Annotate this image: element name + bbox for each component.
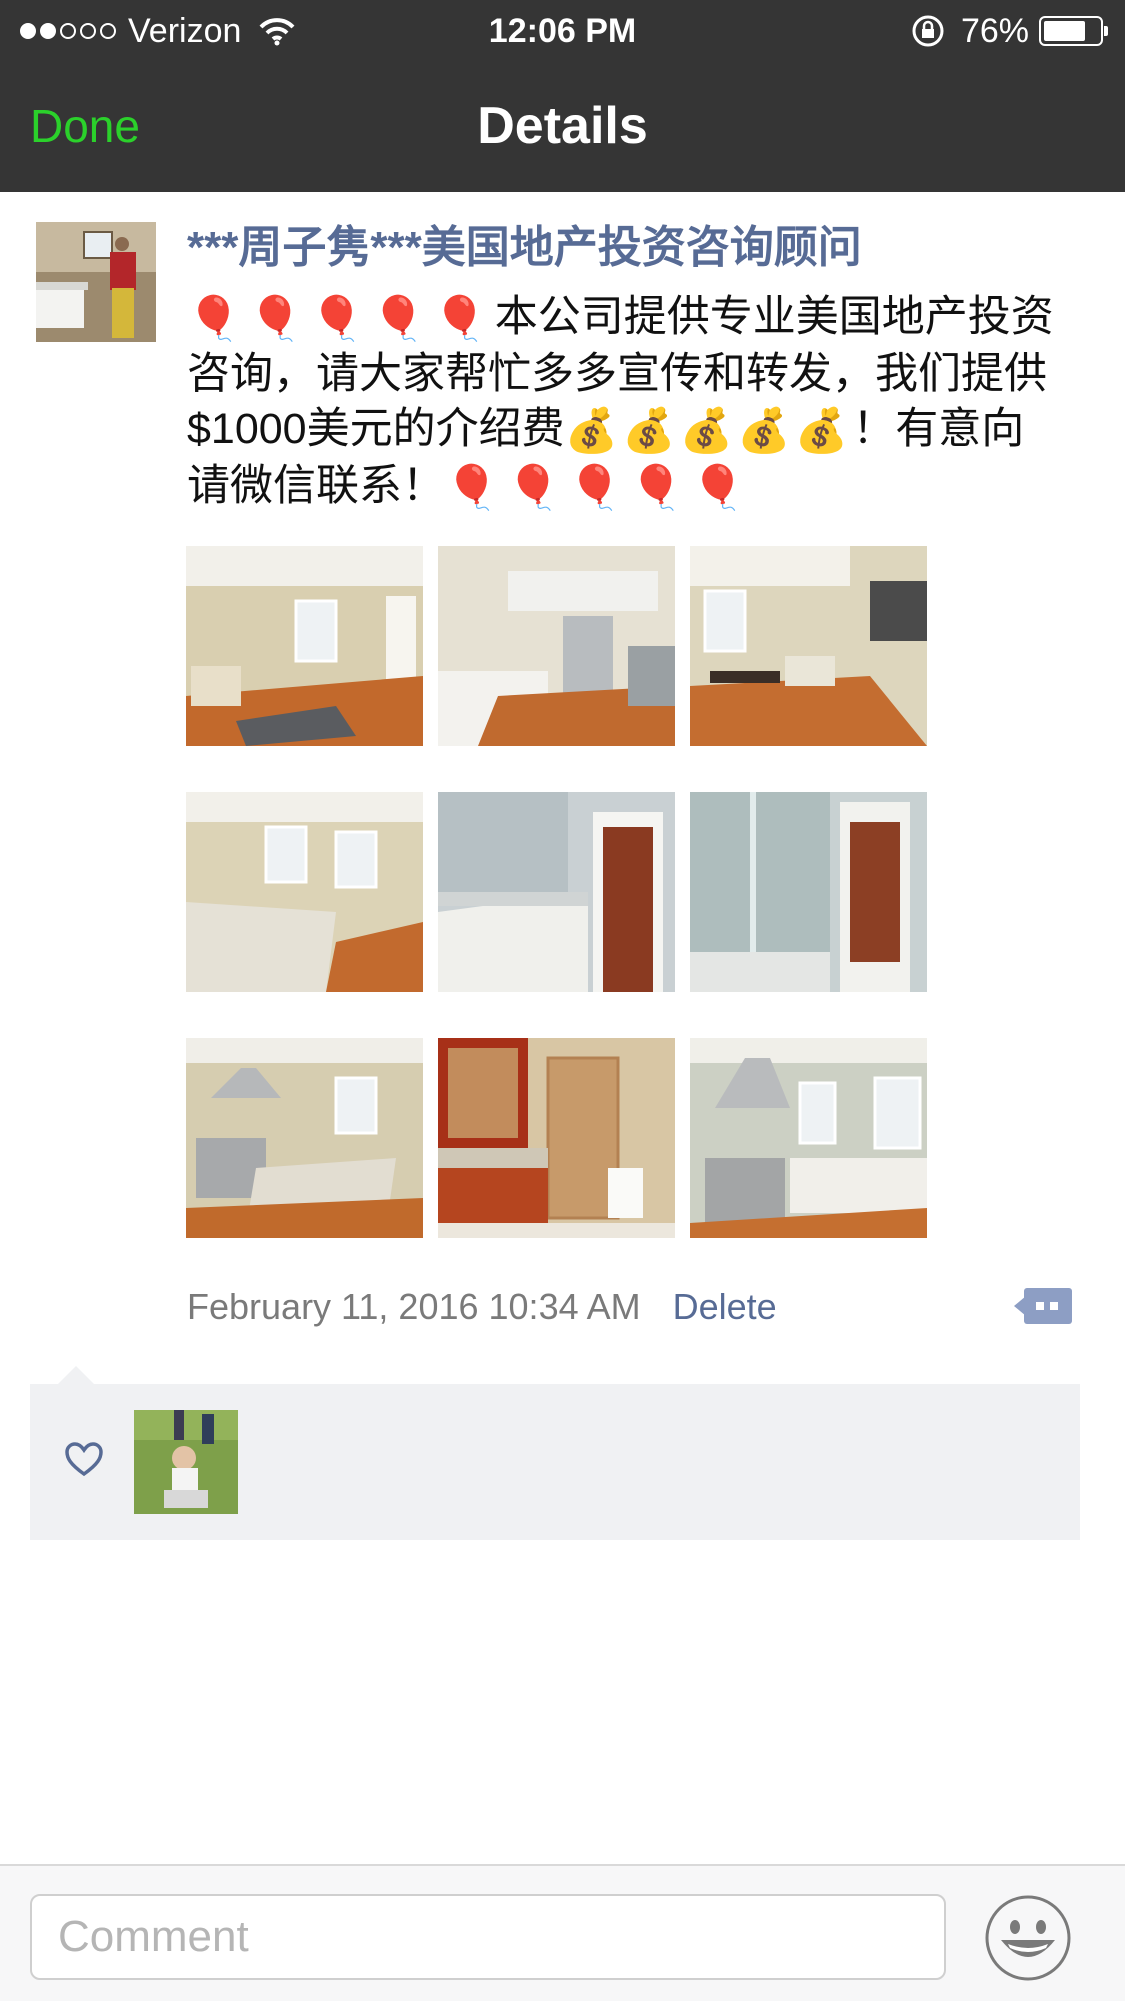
shower-photo[interactable]: [690, 792, 927, 992]
money-bag-emoji: 💰: [622, 407, 676, 456]
liker-avatar[interactable]: [134, 1410, 238, 1514]
battery-icon: [1039, 16, 1108, 46]
smiley-icon[interactable]: [984, 1894, 1072, 1982]
post-text-line: 请微信联系！🎈 🎈 🎈 🎈 🎈: [187, 459, 1087, 516]
post-text-segment: ！有意向: [852, 405, 1025, 454]
money-bag-emoji: 💰: [737, 407, 791, 456]
kitchen-fridge-photo[interactable]: [438, 546, 675, 746]
author-avatar[interactable]: [36, 222, 156, 342]
balloon-emoji: 🎈: [506, 464, 561, 513]
balloon-emoji-row: 🎈 🎈 🎈 🎈 🎈: [187, 293, 495, 343]
balloon-emoji: 🎈: [433, 295, 487, 344]
post-text-segment: 本公司提供专业美国地产投资: [494, 293, 1054, 341]
bathroom-vanity-photo[interactable]: [438, 792, 675, 992]
delete-button[interactable]: Delete: [673, 1286, 777, 1328]
master-bath-photo[interactable]: [438, 1038, 675, 1238]
rotation-lock-icon: [912, 15, 944, 47]
post-text-segment: $1000美元的介绍费: [187, 405, 565, 454]
author-name[interactable]: ***周子隽***美国地产投资咨询顾问: [187, 220, 862, 276]
money-bag-emoji: 💰: [564, 407, 619, 456]
comment-menu-icon[interactable]: [1014, 1284, 1072, 1328]
heart-icon: [65, 1442, 103, 1477]
dining-area-photo[interactable]: [690, 546, 927, 746]
battery-percent: 76%: [960, 11, 1029, 50]
balloon-emoji: 🎈: [248, 295, 303, 344]
balloon-emoji: 🎈: [371, 295, 426, 344]
comment-bar: Comment: [0, 1864, 1125, 2001]
navigation-bar: Done Details: [0, 62, 1125, 192]
likes-panel: [30, 1366, 1080, 1540]
kitchen-range-photo[interactable]: [186, 1038, 423, 1238]
kitchen-island-photo[interactable]: [186, 792, 423, 992]
money-bag-emoji-row: 💰💰💰💰💰: [565, 405, 853, 455]
post-text-segment: 请微信联系！: [187, 462, 445, 511]
post-text-line: $1000美元的介绍费💰💰💰💰💰！有意向: [187, 402, 1087, 459]
balloon-emoji-row: 🎈 🎈 🎈 🎈 🎈: [445, 462, 753, 512]
balloon-emoji: 🎈: [568, 464, 622, 513]
post-text-line: 咨询，请大家帮忙多多宣传和转发，我们提供: [187, 350, 1047, 399]
post-meta: February 11, 2016 10:34 AM Delete: [187, 1282, 777, 1332]
kitchen-hood-photo[interactable]: [690, 1038, 927, 1238]
page-title: Details: [477, 97, 648, 155]
balloon-emoji: 🎈: [691, 464, 745, 513]
status-bar: Verizon 12:06 PM 76%: [0, 0, 1125, 62]
balloon-emoji: 🎈: [629, 464, 684, 513]
money-bag-emoji: 💰: [679, 407, 734, 456]
post-text: 🎈 🎈 🎈 🎈 🎈 本公司提供专业美国地产投资 咨询，请大家帮忙多多宣传和转发，我们提供 …: [187, 290, 1087, 516]
balloon-emoji: 🎈: [445, 464, 499, 513]
photo-grid: [186, 546, 928, 1258]
balloon-emoji: 🎈: [187, 295, 241, 344]
living-room-photo[interactable]: [186, 546, 423, 746]
money-bag-emoji: 💰: [794, 407, 849, 456]
comment-input[interactable]: Comment: [30, 1894, 946, 1980]
post-timestamp: February 11, 2016 10:34 AM: [187, 1286, 641, 1327]
post-text-line: 🎈 🎈 🎈 🎈 🎈 本公司提供专业美国地产投资: [187, 290, 1087, 347]
balloon-emoji: 🎈: [310, 295, 364, 344]
